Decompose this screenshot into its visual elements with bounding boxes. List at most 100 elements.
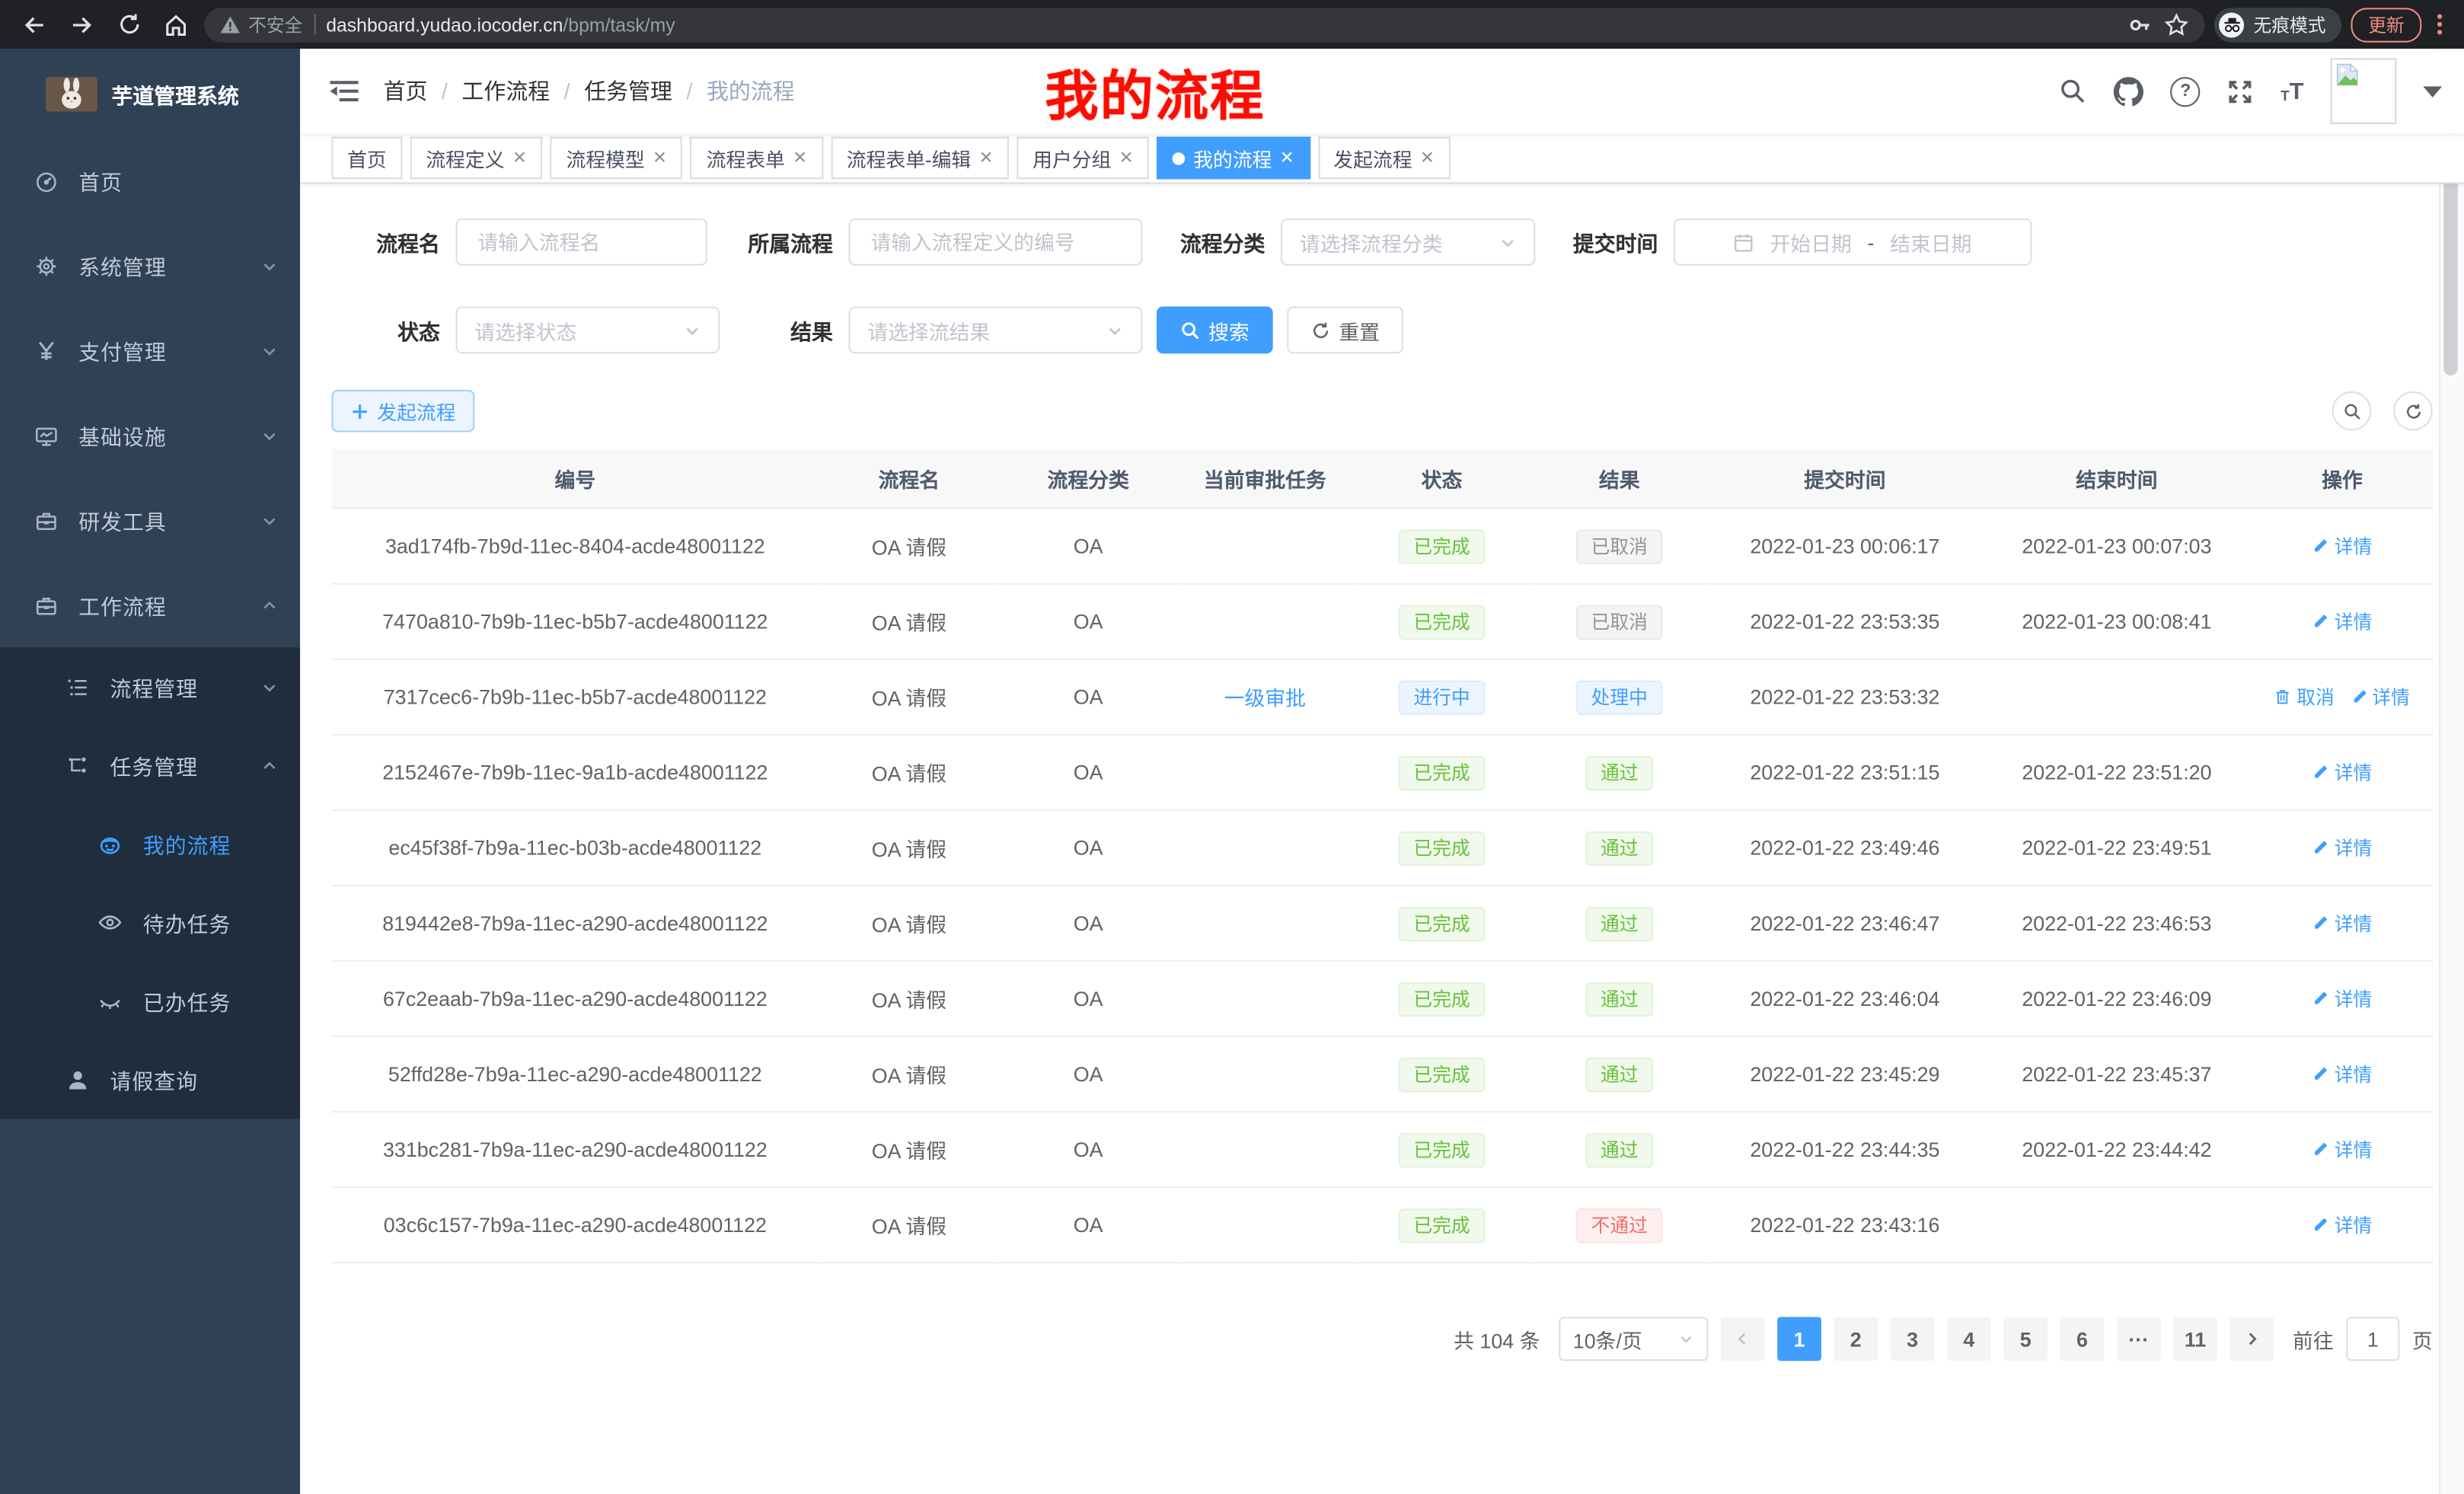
app-navbar: 首页 / 工作流程 / 任务管理 / 我的流程 我的流程 ? TT — [300, 49, 2464, 133]
reload-icon[interactable] — [110, 5, 148, 43]
avatar-dropdown-icon[interactable] — [2423, 85, 2442, 96]
submit-time-range-picker[interactable]: 开始日期 - 结束日期 — [1674, 219, 2032, 266]
url-domain: dashboard.yudao.iocoder.cn — [326, 14, 563, 36]
end-date-placeholder[interactable]: 结束日期 — [1890, 227, 1971, 257]
forward-icon[interactable] — [63, 5, 101, 43]
close-icon[interactable]: ✕ — [653, 148, 667, 168]
detail-link[interactable]: 详情 — [2312, 835, 2372, 861]
start-process-button[interactable]: 发起流程 — [331, 390, 474, 433]
hamburger-icon[interactable] — [300, 78, 383, 104]
eye-icon — [97, 910, 123, 935]
browser-update-button[interactable]: 更新 — [2351, 7, 2421, 41]
tab-process-form-edit[interactable]: 流程表单-编辑✕ — [831, 137, 1009, 180]
reset-button[interactable]: 重置 — [1287, 306, 1403, 353]
start-date-placeholder[interactable]: 开始日期 — [1770, 227, 1851, 257]
next-page-button[interactable] — [2229, 1317, 2274, 1361]
detail-link[interactable]: 详情 — [2312, 1136, 2372, 1163]
detail-link[interactable]: 详情 — [2312, 985, 2372, 1012]
close-icon[interactable]: ✕ — [512, 148, 527, 168]
process-name-input[interactable] — [456, 219, 707, 266]
status-select[interactable]: 请选择状态 — [456, 306, 720, 353]
page-button-5[interactable]: 5 — [2003, 1317, 2047, 1361]
robot-face-icon — [97, 832, 123, 857]
avatar[interactable] — [2331, 58, 2397, 124]
sidebar-item-home[interactable]: 首页 — [0, 139, 300, 223]
sidebar-item-system[interactable]: 系统管理 — [0, 223, 300, 308]
page-button-6[interactable]: 6 — [2060, 1317, 2105, 1361]
detail-link[interactable]: 详情 — [2312, 608, 2372, 635]
tab-user-group[interactable]: 用户分组✕ — [1017, 137, 1150, 180]
tab-process-definition[interactable]: 流程定义✕ — [410, 137, 543, 180]
sidebar-item-done-tasks[interactable]: 已办任务 — [0, 962, 300, 1040]
status-badge: 已完成 — [1400, 906, 1484, 940]
result-select[interactable]: 请选择流结果 — [848, 306, 1142, 353]
page-size-select[interactable]: 10条/页 — [1559, 1317, 1708, 1361]
sidebar-item-workflow[interactable]: 工作流程 — [0, 563, 300, 647]
page-button-2[interactable]: 2 — [1834, 1317, 1878, 1361]
close-icon[interactable]: ✕ — [979, 148, 994, 168]
fullscreen-icon[interactable] — [2227, 78, 2254, 104]
breadcrumb-home[interactable]: 首页 — [384, 75, 428, 107]
detail-link[interactable]: 详情 — [2312, 910, 2372, 937]
table-row: ec45f38f-7b9a-11ec-b03b-acde48001122OA 请… — [331, 810, 2432, 886]
sidebar-item-my-process[interactable]: 我的流程 — [0, 805, 300, 883]
key-icon[interactable] — [2127, 11, 2153, 37]
sidebar-item-devtools[interactable]: 研发工具 — [0, 477, 300, 562]
sidebar-item-leave-query[interactable]: 请假查询 — [0, 1040, 300, 1119]
result-badge: 通过 — [1586, 982, 1652, 1016]
refresh-table-button[interactable] — [2393, 391, 2433, 431]
not-secure-warning[interactable]: 不安全 — [220, 11, 302, 37]
page-button-4[interactable]: 4 — [1947, 1317, 1991, 1361]
pagination: 共 104 条 10条/页 1 2 3 4 5 6 ··· 11 前往 页 — [331, 1317, 2432, 1361]
sidebar-item-infra[interactable]: 基础设施 — [0, 393, 300, 477]
current-task-link[interactable]: 一级审批 — [1224, 687, 1306, 710]
close-icon[interactable]: ✕ — [1119, 148, 1134, 168]
browser-menu-icon[interactable] — [2431, 14, 2449, 35]
app-logo[interactable]: 芋道管理系统 — [0, 49, 300, 139]
close-icon[interactable]: ✕ — [1420, 148, 1435, 168]
page-button-11[interactable]: 11 — [2173, 1317, 2217, 1361]
sidebar: 芋道管理系统 首页 系统管理 支付管理 基础设施 — [0, 49, 300, 1494]
detail-link[interactable]: 详情 — [2312, 1211, 2372, 1238]
close-icon[interactable]: ✕ — [793, 148, 807, 168]
home-icon[interactable] — [157, 5, 195, 43]
status-badge: 已完成 — [1400, 605, 1484, 639]
back-icon[interactable] — [16, 5, 54, 43]
font-size-icon[interactable]: TT — [2280, 79, 2303, 103]
detail-link[interactable]: 详情 — [2312, 759, 2372, 786]
more-pages-button[interactable]: ··· — [2117, 1317, 2161, 1361]
detail-link[interactable]: 详情 — [2312, 533, 2372, 560]
breadcrumb-workflow[interactable]: 工作流程 — [462, 75, 551, 107]
detail-link[interactable]: 详情 — [2350, 684, 2409, 710]
process-definition-input[interactable] — [848, 219, 1142, 266]
cancel-link[interactable]: 取消 — [2274, 684, 2334, 710]
tab-my-process[interactable]: 我的流程✕ — [1157, 137, 1310, 180]
filter-category-label: 流程分类 — [1142, 226, 1281, 257]
status-badge: 进行中 — [1400, 680, 1484, 714]
sidebar-item-payment[interactable]: 支付管理 — [0, 308, 300, 393]
sidebar-item-process-mgmt[interactable]: 流程管理 — [0, 647, 300, 726]
bookmark-star-icon[interactable] — [2164, 11, 2189, 37]
search-icon[interactable] — [2059, 77, 2087, 105]
scrollbar-track[interactable] — [2439, 49, 2464, 1494]
process-category-select[interactable]: 请选择流程分类 — [1281, 219, 1535, 266]
help-icon[interactable]: ? — [2171, 76, 2201, 106]
sidebar-item-task-mgmt[interactable]: 任务管理 — [0, 726, 300, 804]
page-button-3[interactable]: 3 — [1891, 1317, 1935, 1361]
prev-page-button[interactable] — [1721, 1317, 1765, 1361]
close-icon[interactable]: ✕ — [1280, 148, 1294, 168]
tab-process-form[interactable]: 流程表单✕ — [691, 137, 823, 180]
sidebar-item-todo-tasks[interactable]: 待办任务 — [0, 883, 300, 962]
dashboard-icon — [33, 169, 58, 193]
github-icon[interactable] — [2114, 76, 2143, 106]
breadcrumb-task-mgmt[interactable]: 任务管理 — [584, 75, 672, 107]
goto-page-input[interactable] — [2346, 1317, 2399, 1361]
show-search-toggle-button[interactable] — [2332, 391, 2372, 431]
page-button-1[interactable]: 1 — [1777, 1317, 1821, 1361]
tab-process-model[interactable]: 流程模型✕ — [551, 137, 683, 180]
detail-link[interactable]: 详情 — [2312, 1061, 2372, 1087]
search-button[interactable]: 搜索 — [1157, 306, 1273, 353]
tab-start-process[interactable]: 发起流程✕ — [1318, 137, 1451, 180]
tab-home[interactable]: 首页 — [331, 137, 402, 180]
address-bar[interactable]: 不安全 dashboard.yudao.iocoder.cn/bpm/task/… — [204, 7, 2204, 41]
